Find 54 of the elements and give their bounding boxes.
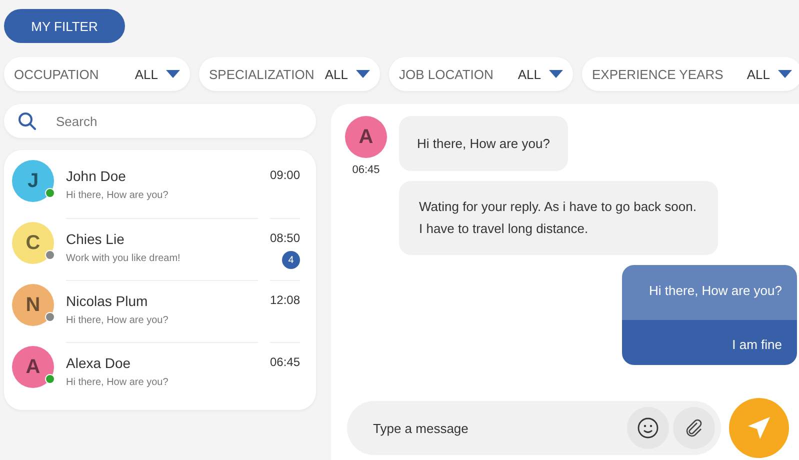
filter-value: ALL	[518, 66, 541, 82]
contact-name: Chies Lie	[66, 231, 126, 247]
emoji-button[interactable]	[627, 407, 669, 449]
avatar: A	[345, 116, 387, 158]
filter-value: ALL	[134, 66, 158, 82]
message-time: 09:00	[270, 168, 300, 182]
avatar: A	[12, 346, 54, 388]
filter-value: ALL	[746, 66, 770, 82]
outgoing-message: Hi there, How are you?	[622, 265, 797, 320]
caret-icon	[356, 70, 370, 78]
avatar: N	[12, 284, 54, 326]
filter-dropdown[interactable]: SPECIALIZATION ALL	[199, 57, 380, 91]
contact-name: Nicolas Plum	[66, 293, 149, 309]
send-icon	[746, 415, 772, 441]
filter-label: OCCUPATION	[14, 66, 100, 82]
paperclip-icon	[684, 418, 704, 438]
contact-item[interactable]: J John Doe Hi there, How are you? 09:00	[12, 156, 300, 218]
message-preview: Hi there, How are you?	[66, 315, 170, 326]
incoming-message: Wating for your reply. As i have to go back soon. I have to travel long distance.	[399, 181, 718, 255]
avatar: C	[12, 222, 54, 264]
message-field[interactable]: Type a message	[347, 401, 721, 455]
avatar: J	[12, 160, 54, 202]
filter-dropdown[interactable]: OCCUPATION ALL	[4, 57, 190, 91]
filter-label: SPECIALIZATION	[209, 66, 316, 82]
filter-label: JOB LOCATION	[399, 66, 494, 82]
message-preview: Hi there, How are you?	[66, 377, 170, 388]
message-preview: Hi there, How are you?	[66, 190, 170, 201]
filter-dropdown[interactable]: EXPERIENCE YEARS ALL	[582, 57, 799, 91]
contact-name: John Doe	[66, 168, 127, 184]
my-filter-button[interactable]: MY FILTER	[4, 9, 125, 43]
filter-dropdown[interactable]: JOB LOCATION ALL	[389, 57, 573, 91]
message-time: 06:45	[270, 355, 300, 369]
message-time: 06:45	[352, 164, 380, 176]
attach-button[interactable]	[673, 407, 715, 449]
contact-item[interactable]: A Alexa Doe Hi there, How are you? 06:45	[12, 342, 300, 404]
caret-icon	[166, 70, 180, 78]
message-preview: Work with you like dream!	[66, 253, 182, 264]
filter-value: ALL	[324, 66, 348, 82]
contact-item[interactable]: N Nicolas Plum Hi there, How are you? 12:08	[12, 280, 300, 342]
contact-item[interactable]: C Chies Lie Work with you like dream! 08:50 4	[12, 218, 300, 280]
message-input[interactable]: Type a message	[371, 420, 623, 436]
incoming-message: Hi there, How are you?	[399, 116, 568, 171]
contact-name: Alexa Doe	[66, 355, 132, 371]
search-icon	[18, 112, 36, 130]
caret-icon	[549, 70, 563, 78]
filter-label: EXPERIENCE YEARS	[592, 66, 724, 82]
unread-count: 4	[282, 251, 300, 269]
search-field[interactable]: Search	[4, 104, 316, 138]
caret-icon	[778, 70, 792, 78]
smiley-icon	[637, 417, 659, 439]
search-input[interactable]: Search	[54, 112, 302, 130]
message-time: 12:08	[270, 293, 300, 307]
outgoing-message: I am fine	[622, 320, 797, 365]
message-time: 08:50	[270, 231, 300, 245]
